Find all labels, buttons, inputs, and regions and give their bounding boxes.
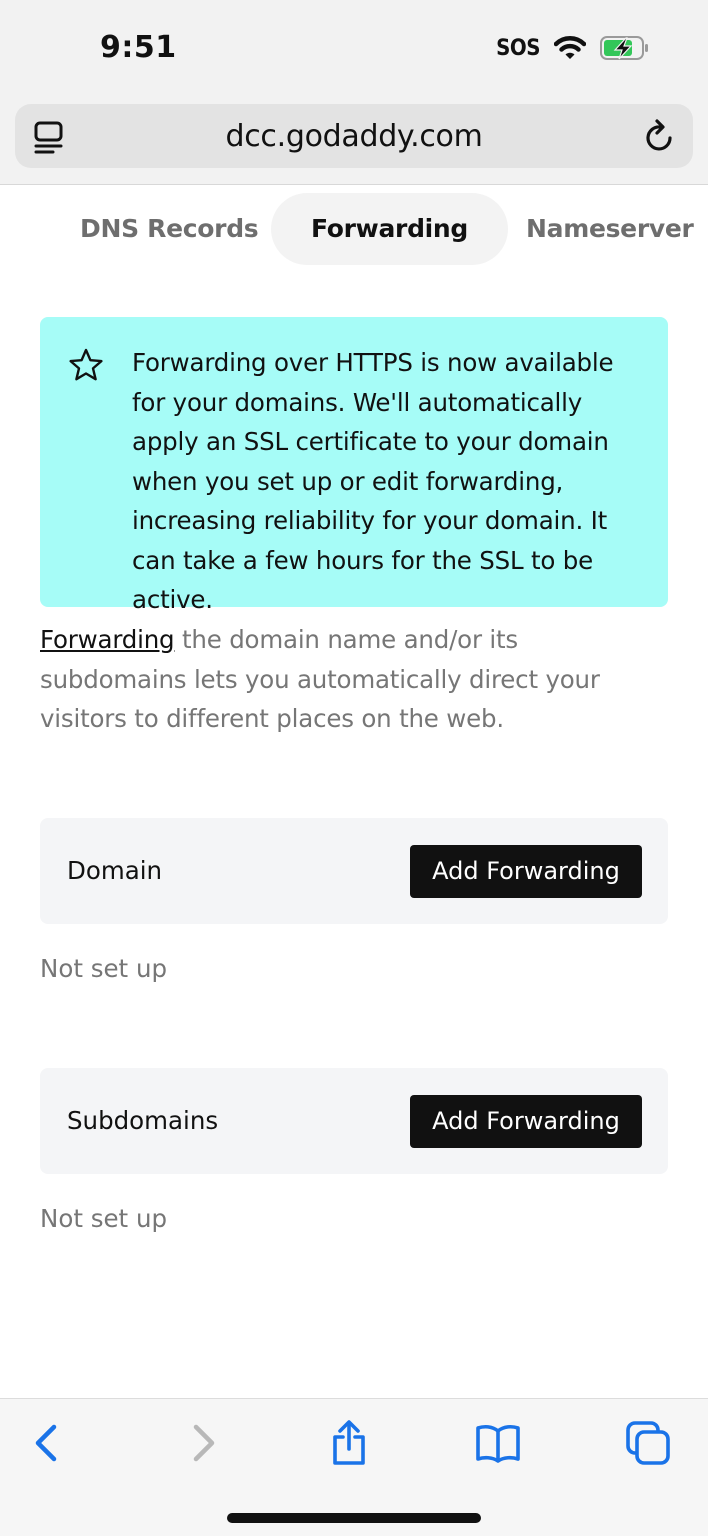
subdomains-status: Not set up	[40, 1204, 168, 1233]
forwarding-help-link[interactable]: Forwarding	[40, 625, 175, 654]
domain-forwarding-card: Domain Add Forwarding	[40, 818, 668, 924]
domain-label: Domain	[67, 856, 163, 885]
home-indicator	[227, 1513, 481, 1523]
carrier-label: SOS	[496, 35, 540, 61]
address-bar[interactable]: dcc.godaddy.com	[15, 104, 693, 168]
bookmarks-icon[interactable]	[474, 1419, 522, 1467]
url-text[interactable]: dcc.godaddy.com	[15, 119, 693, 154]
reload-icon[interactable]	[643, 118, 677, 154]
status-time: 9:51	[100, 30, 177, 65]
dns-tabs: DNS Records Forwarding Nameserver	[0, 193, 708, 265]
subdomains-label: Subdomains	[67, 1106, 219, 1135]
banner-message: Forwarding over HTTPS is now available f…	[132, 348, 614, 614]
back-icon[interactable]	[24, 1419, 72, 1467]
domain-status: Not set up	[40, 954, 168, 983]
tabs-icon[interactable]	[624, 1419, 672, 1467]
tab-forwarding[interactable]: Forwarding	[271, 193, 509, 265]
forwarding-description: Forwarding the domain name and/or its su…	[40, 620, 670, 739]
add-subdomain-forwarding-button[interactable]: Add Forwarding	[410, 1095, 642, 1148]
subdomain-forwarding-card: Subdomains Add Forwarding	[40, 1068, 668, 1174]
tab-nameserver[interactable]: Nameserver	[526, 193, 694, 265]
browser-address-area: dcc.godaddy.com	[0, 96, 708, 185]
wifi-icon	[554, 36, 586, 59]
battery-charging-icon	[600, 36, 648, 60]
star-icon	[69, 348, 103, 381]
share-icon[interactable]	[325, 1419, 373, 1467]
tab-dns-records[interactable]: DNS Records	[80, 193, 259, 265]
forward-icon[interactable]	[178, 1419, 226, 1467]
status-bar: 9:51 SOS	[0, 0, 708, 96]
status-indicators: SOS	[496, 32, 650, 64]
add-domain-forwarding-button[interactable]: Add Forwarding	[410, 845, 642, 898]
https-info-banner: Forwarding over HTTPS is now available f…	[40, 317, 668, 614]
